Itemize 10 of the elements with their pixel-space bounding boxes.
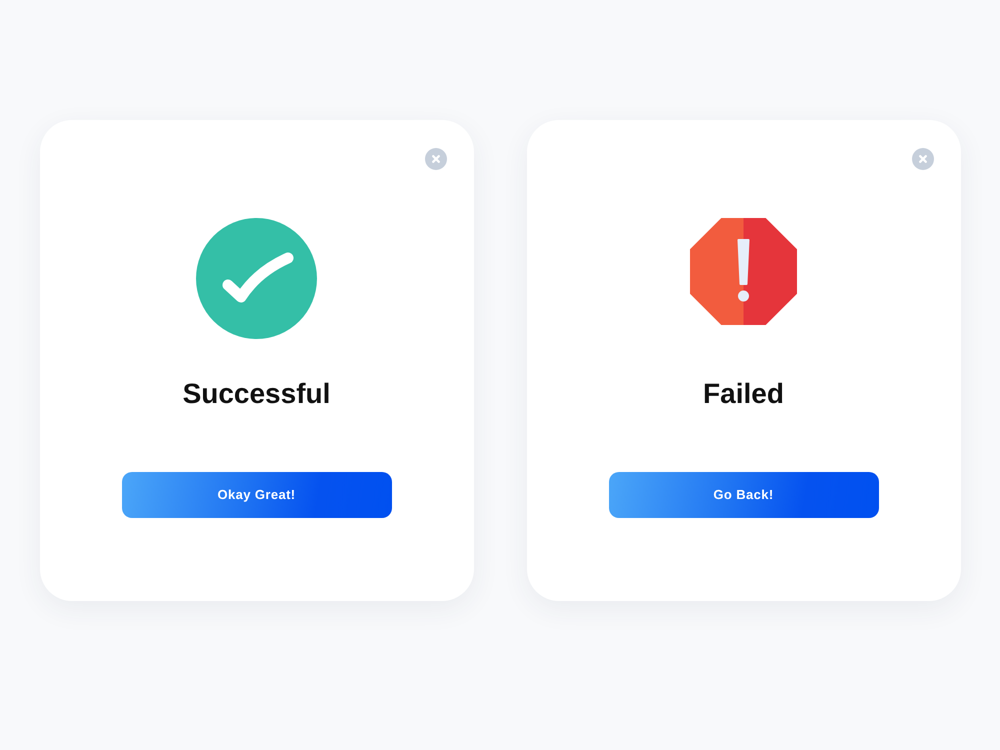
close-button[interactable]	[912, 148, 934, 170]
warning-octagon-icon	[690, 218, 797, 325]
close-button[interactable]	[424, 148, 446, 170]
close-icon	[918, 155, 926, 163]
confirm-button[interactable]: Go Back!	[608, 472, 878, 518]
dialog-title: Successful	[182, 377, 330, 411]
dialog-title: Failed	[703, 377, 784, 411]
confirm-button[interactable]: Okay Great!	[122, 472, 392, 518]
check-circle-icon	[196, 218, 317, 339]
close-icon	[432, 155, 440, 163]
